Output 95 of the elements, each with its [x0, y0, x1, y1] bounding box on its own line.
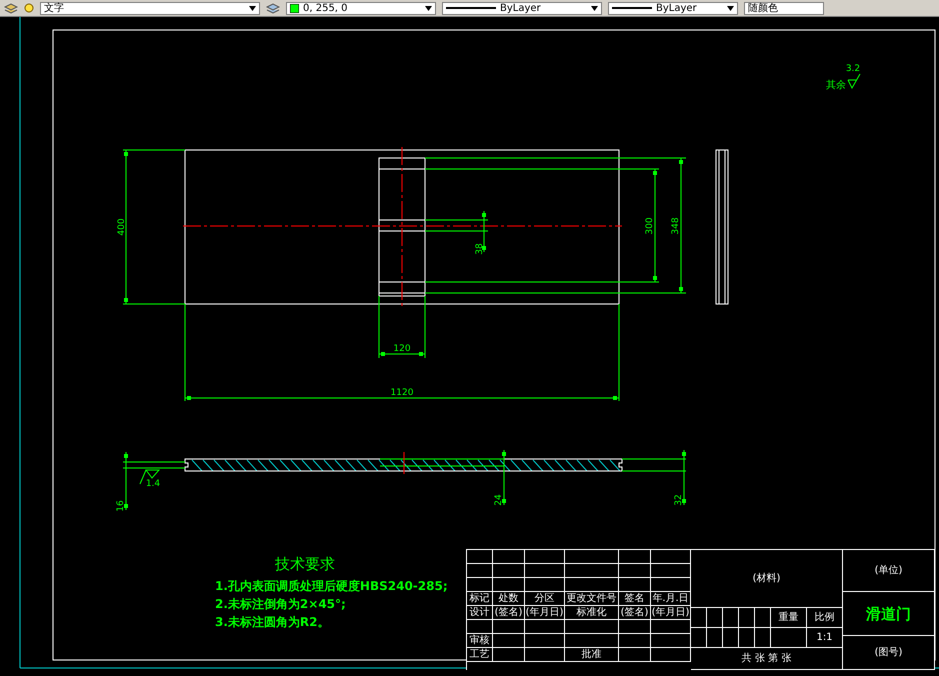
table-cell: [525, 620, 565, 634]
roughness-symbol: [848, 74, 860, 90]
table-cell: 共 张 第 张: [691, 648, 843, 670]
text-style-dropdown[interactable]: 文字: [40, 2, 260, 14]
table-cell: 审核: [467, 634, 493, 648]
dimension-line: [482, 210, 486, 252]
table-cell: (年月日): [525, 606, 565, 620]
table-cell: [651, 620, 691, 634]
table-cell: [755, 628, 771, 648]
table-cell: 标记: [467, 592, 493, 606]
table-cell: [723, 608, 739, 628]
table-cell: (单位): [843, 550, 935, 592]
dimension-text: 24: [494, 494, 504, 506]
table-cell: [565, 634, 619, 648]
table-cell: [691, 628, 707, 648]
lineweight-dropdown[interactable]: ByLayer: [608, 2, 738, 14]
table-cell: (签名): [493, 606, 525, 620]
dimension-text: 32: [674, 494, 684, 506]
table-cell: (图号): [843, 636, 935, 670]
dimension-line: [378, 352, 426, 356]
table-cell: [619, 564, 651, 578]
table-cell: [619, 648, 651, 662]
table-cell: [619, 620, 651, 634]
dimension-text: 1120: [390, 388, 414, 398]
table-cell: 更改文件号: [565, 592, 619, 606]
requirement-text: 3.未标注圆角为R2。: [215, 614, 330, 631]
line-sample-icon: [446, 6, 496, 10]
table-cell: 处数: [493, 592, 525, 606]
roughness-value: 1.4: [146, 479, 160, 489]
table-cell: (年月日): [651, 606, 691, 620]
requirements-title: 技术要求: [275, 555, 336, 573]
table-cell: 标准化: [565, 606, 619, 620]
table-cell: [493, 648, 525, 662]
layers-icon[interactable]: [266, 2, 280, 14]
table-cell: 滑道门: [843, 592, 935, 636]
table-cell: [771, 628, 807, 648]
table-cell: (签名): [619, 606, 651, 620]
dimension-line: [502, 450, 506, 506]
dimension-line: [682, 450, 686, 506]
roughness-note-label: 其余: [826, 80, 846, 91]
dimension-line: [124, 452, 128, 510]
table-cell: [493, 620, 525, 634]
roughness-symbol: [140, 470, 160, 484]
table-cell: [565, 620, 619, 634]
table-cell: [723, 628, 739, 648]
table-cell: [525, 578, 565, 592]
plot-style-dropdown[interactable]: 随颜色: [744, 2, 824, 14]
dimension-text: 300: [645, 217, 655, 235]
table-cell: [525, 634, 565, 648]
table-cell: [755, 608, 771, 628]
roughness-value: 3.2: [846, 64, 860, 74]
table-cell: [651, 648, 691, 662]
table-cell: [619, 634, 651, 648]
caret-icon: [591, 6, 598, 10]
requirement-text: 2.未标注倒角为2×45°;: [215, 596, 347, 613]
table-cell: 批准: [565, 648, 619, 662]
caret-icon: [425, 6, 432, 10]
table-cell: (材料): [691, 550, 843, 608]
table-cell: [493, 634, 525, 648]
table-cell: [707, 608, 723, 628]
table-cell: 重量: [771, 608, 807, 628]
caret-icon: [249, 6, 256, 10]
dimension-text: 348: [671, 217, 681, 235]
layers-icon[interactable]: [4, 2, 18, 14]
table-cell: [651, 634, 691, 648]
table-cell: [739, 628, 755, 648]
table-cell: 工艺: [467, 648, 493, 662]
table-cell: [493, 564, 525, 578]
table-cell: [651, 564, 691, 578]
table-cell: [525, 564, 565, 578]
dimension-text: 16: [116, 500, 126, 512]
table-cell: [565, 578, 619, 592]
table-cell: [525, 648, 565, 662]
dimension-text: 120: [393, 344, 411, 354]
table-cell: [565, 564, 619, 578]
table-cell: [651, 578, 691, 592]
table-cell: [691, 608, 707, 628]
table-cell: [707, 628, 723, 648]
table-cell: 签名: [619, 592, 651, 606]
table-cell: [493, 578, 525, 592]
table-cell: [619, 578, 651, 592]
dimension-text: 400: [117, 218, 127, 236]
bulb-icon[interactable]: [24, 2, 34, 14]
linetype-dropdown[interactable]: ByLayer: [442, 2, 602, 14]
table-cell: 比例: [807, 608, 843, 628]
color-dropdown[interactable]: 0, 255, 0: [286, 2, 436, 14]
requirement-text: 1.孔内表面调质处理后硬度HBS240-285;: [215, 578, 448, 595]
dimension-text: 38: [475, 243, 485, 255]
table-cell: 年.月.日: [651, 592, 691, 606]
table-cell: 1:1: [807, 628, 843, 648]
table-cell: [739, 608, 755, 628]
table-cell: 设计: [467, 606, 493, 620]
table-cell: 分区: [525, 592, 565, 606]
caret-icon: [727, 6, 734, 10]
line-sample-icon: [612, 6, 652, 10]
